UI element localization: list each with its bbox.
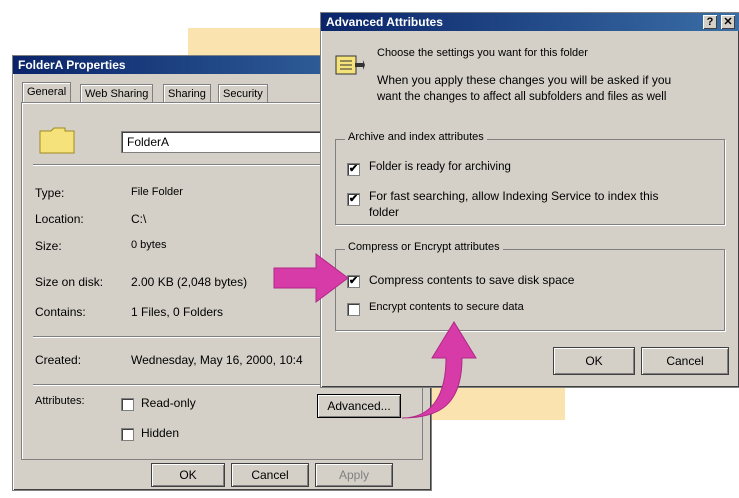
advanced-attributes-dialog: Advanced Attributes ? ✕ Choose the setti… xyxy=(320,12,739,388)
type-label: Type: xyxy=(35,186,65,200)
created-value: Wednesday, May 16, 2000, 10:4 xyxy=(131,353,303,367)
contains-value: 1 Files, 0 Folders xyxy=(131,305,224,319)
index-label-line-2: folder xyxy=(369,205,400,219)
advanced-titlebar: Advanced Attributes ? ✕ xyxy=(321,13,739,31)
folder-icon xyxy=(39,127,75,154)
close-icon[interactable]: ✕ xyxy=(721,15,735,29)
type-value: File Folder xyxy=(131,186,183,198)
size-on-disk-value: 2.00 KB (2,048 bytes) xyxy=(131,275,248,289)
index-checkbox[interactable]: ✔ xyxy=(347,193,360,206)
advanced-ok-label: OK xyxy=(585,354,603,368)
size-label: Size: xyxy=(35,239,62,253)
tab-sharing[interactable]: Sharing xyxy=(163,84,211,103)
ok-button-label: OK xyxy=(179,468,197,482)
intro-line-1: Choose the settings you want for this fo… xyxy=(377,47,588,59)
cancel-button-label: Cancel xyxy=(251,468,289,482)
folder-name-value: FolderA xyxy=(127,135,170,149)
help-icon[interactable]: ? xyxy=(703,15,717,29)
intro-line-2: When you apply these changes you will be… xyxy=(377,73,672,87)
folder-name-field[interactable]: FolderA xyxy=(121,131,333,153)
decorative-band-top xyxy=(188,28,328,58)
archive-label: Folder is ready for archiving xyxy=(369,161,511,173)
advanced-button[interactable]: Advanced... xyxy=(317,394,401,418)
encrypt-label: Encrypt contents to secure data xyxy=(369,301,524,313)
index-label-line-1: For fast searching, allow Indexing Servi… xyxy=(369,189,659,203)
tab-web-sharing-label: Web Sharing xyxy=(85,88,149,100)
intro-line-3: want the changes to affect all subfolder… xyxy=(377,91,667,103)
size-on-disk-label: Size on disk: xyxy=(35,275,104,289)
tab-general-label: General xyxy=(27,86,67,98)
size-value: 0 bytes xyxy=(131,239,167,251)
tab-web-sharing[interactable]: Web Sharing xyxy=(80,84,154,103)
properties-title: FolderA Properties xyxy=(18,58,126,72)
tab-general[interactable]: General xyxy=(22,82,72,103)
separator-2 xyxy=(33,336,333,338)
ok-button[interactable]: OK xyxy=(151,463,225,487)
apply-button[interactable]: Apply xyxy=(315,463,393,487)
tab-sharing-label: Sharing xyxy=(168,88,206,100)
archive-group-title: Archive and index attributes xyxy=(345,131,487,143)
attributes-icon xyxy=(335,55,365,75)
readonly-checkbox[interactable] xyxy=(121,398,134,411)
archive-checkbox[interactable]: ✔ xyxy=(347,163,360,176)
advanced-title: Advanced Attributes xyxy=(326,15,443,29)
arrow-right-icon xyxy=(273,253,349,303)
advanced-cancel-label: Cancel xyxy=(666,354,704,368)
compress-group xyxy=(335,249,725,331)
compress-group-title: Compress or Encrypt attributes xyxy=(345,241,503,253)
apply-button-label: Apply xyxy=(338,468,370,482)
tab-security[interactable]: Security xyxy=(218,84,268,103)
advanced-cancel-button[interactable]: Cancel xyxy=(641,347,729,375)
tab-security-label: Security xyxy=(223,88,263,100)
arrow-curved-up-icon xyxy=(401,321,477,419)
hidden-label: Hidden xyxy=(141,426,180,440)
created-label: Created: xyxy=(35,353,82,367)
advanced-button-label: Advanced... xyxy=(327,399,391,413)
location-label: Location: xyxy=(35,212,84,226)
hidden-checkbox[interactable] xyxy=(121,428,134,441)
advanced-ok-button[interactable]: OK xyxy=(553,347,635,375)
location-value: C:\ xyxy=(131,212,147,226)
cancel-button[interactable]: Cancel xyxy=(231,463,309,487)
compress-label: Compress contents to save disk space xyxy=(369,273,575,287)
contains-label: Contains: xyxy=(35,305,86,319)
attributes-label: Attributes: xyxy=(35,395,85,407)
readonly-label: Read-only xyxy=(141,396,196,410)
